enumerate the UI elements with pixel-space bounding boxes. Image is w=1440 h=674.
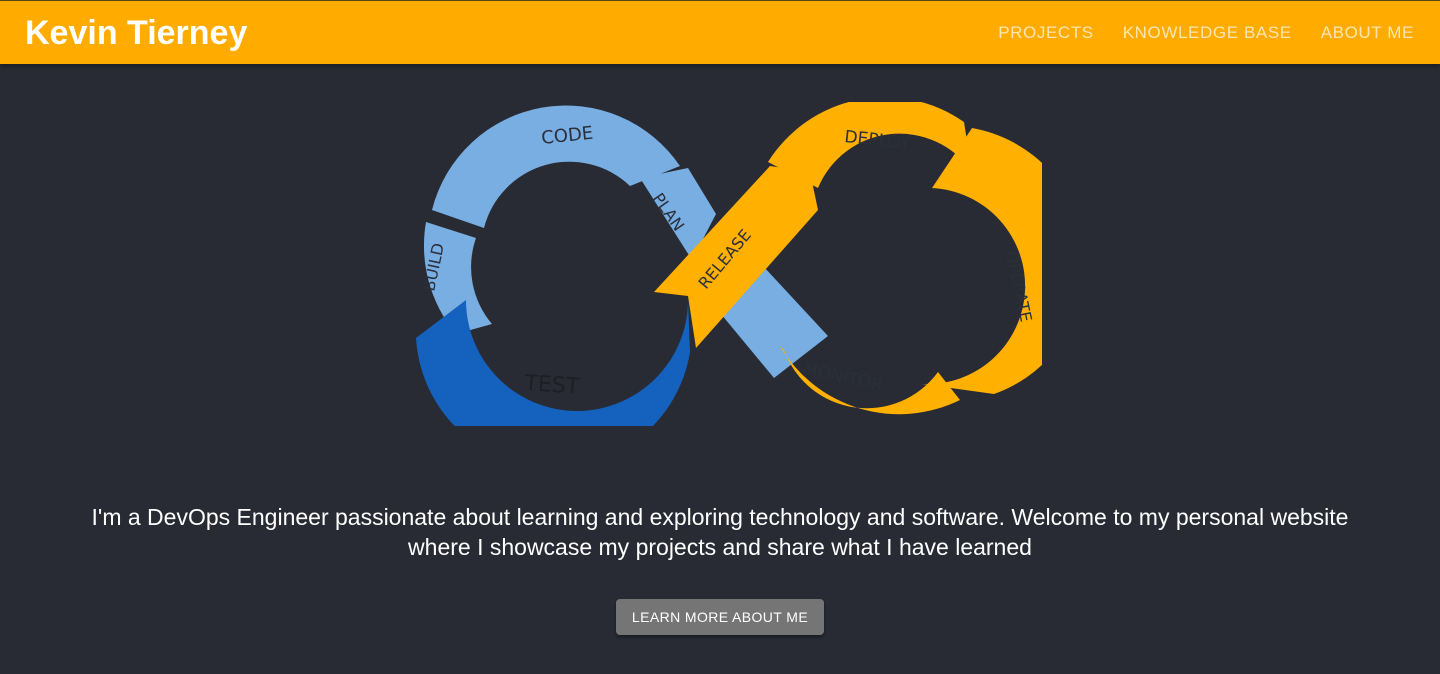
nav-link-projects[interactable]: PROJECTS	[998, 23, 1093, 43]
intro-line-2: where I showcase my projects and share w…	[408, 534, 1032, 560]
learn-more-button[interactable]: LEARN MORE ABOUT ME	[616, 599, 824, 635]
intro-text: I'm a DevOps Engineer passionate about l…	[40, 502, 1400, 562]
test-segment	[416, 300, 690, 426]
nav-link-about-me[interactable]: ABOUT ME	[1321, 23, 1414, 43]
devops-infinity-image: CODE PLAN BUILD TEST RELEASE DEPLOY OPER…	[416, 102, 1042, 426]
stage-label-test: TEST	[523, 371, 581, 400]
site-title[interactable]: Kevin Tierney	[25, 14, 247, 52]
nav-link-knowledge-base[interactable]: KNOWLEDGE BASE	[1123, 23, 1292, 43]
top-app-bar: Kevin Tierney PROJECTS KNOWLEDGE BASE AB…	[0, 0, 1440, 64]
code-segment	[432, 105, 680, 228]
stage-label-monitor: MONITOR	[801, 359, 885, 396]
main-nav: PROJECTS KNOWLEDGE BASE ABOUT ME	[998, 23, 1414, 43]
intro-line-1: I'm a DevOps Engineer passionate about l…	[91, 504, 1349, 530]
